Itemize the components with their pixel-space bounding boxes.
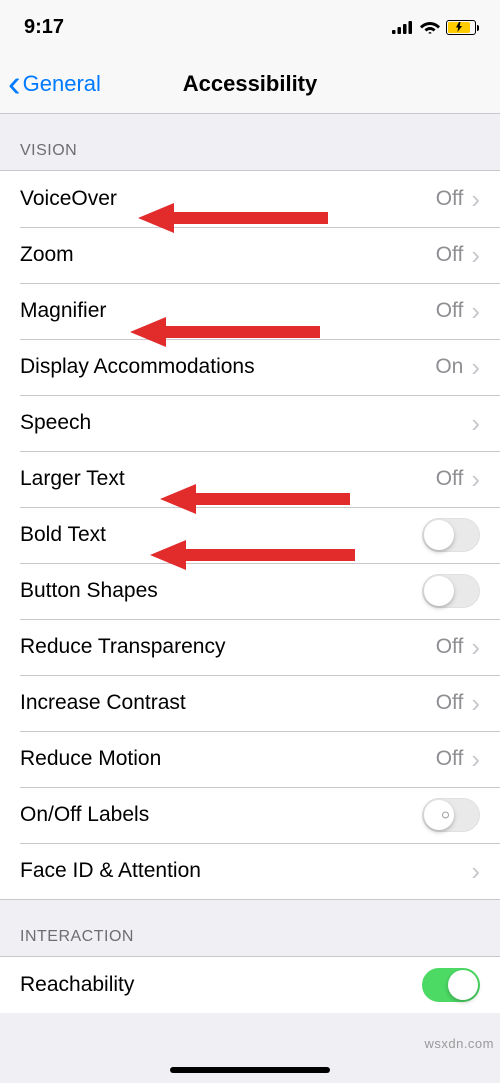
chevron-right-icon: › [471, 296, 480, 327]
row-faceid-attention[interactable]: Face ID & Attention › [0, 843, 500, 899]
row-speech[interactable]: Speech › [0, 395, 500, 451]
row-label: Larger Text [20, 467, 436, 491]
wifi-icon [420, 20, 440, 34]
toggle-onoff-labels[interactable] [422, 798, 480, 832]
back-label: General [23, 71, 101, 97]
status-bar: 9:17 [0, 0, 500, 54]
row-increase-contrast[interactable]: Increase Contrast Off › [0, 675, 500, 731]
signal-icon [392, 20, 414, 34]
chevron-left-icon: ‹ [8, 65, 21, 103]
section-header-interaction: INTERACTION [0, 900, 500, 956]
row-magnifier[interactable]: Magnifier Off › [0, 283, 500, 339]
row-button-shapes: Button Shapes [0, 563, 500, 619]
row-voiceover[interactable]: VoiceOver Off › [0, 171, 500, 227]
chevron-right-icon: › [471, 240, 480, 271]
row-label: Button Shapes [20, 579, 422, 603]
row-label: VoiceOver [20, 187, 436, 211]
status-icons [392, 20, 476, 35]
chevron-right-icon: › [471, 464, 480, 495]
row-label: Magnifier [20, 299, 436, 323]
row-bold-text: Bold Text [0, 507, 500, 563]
chevron-right-icon: › [471, 184, 480, 215]
back-button[interactable]: ‹ General [0, 65, 101, 103]
row-value: Off [436, 187, 464, 211]
row-value: On [435, 355, 463, 379]
row-reduce-motion[interactable]: Reduce Motion Off › [0, 731, 500, 787]
status-time: 9:17 [24, 16, 64, 39]
row-label: Zoom [20, 243, 436, 267]
row-label: Display Accommodations [20, 355, 435, 379]
chevron-right-icon: › [471, 856, 480, 887]
row-zoom[interactable]: Zoom Off › [0, 227, 500, 283]
section-header-vision: VISION [0, 114, 500, 170]
row-value: Off [436, 691, 464, 715]
watermark: wsxdn.com [424, 1036, 494, 1051]
row-larger-text[interactable]: Larger Text Off › [0, 451, 500, 507]
home-indicator [170, 1067, 330, 1073]
row-reachability: Reachability [0, 957, 500, 1013]
row-label: Reduce Motion [20, 747, 436, 771]
toggle-reachability[interactable] [422, 968, 480, 1002]
list-vision: VoiceOver Off › Zoom Off › Magnifier Off… [0, 170, 500, 900]
row-label: Speech [20, 411, 471, 435]
chevron-right-icon: › [471, 632, 480, 663]
row-label: Bold Text [20, 523, 422, 547]
row-label: On/Off Labels [20, 803, 422, 827]
chevron-right-icon: › [471, 352, 480, 383]
row-label: Face ID & Attention [20, 859, 471, 883]
row-value: Off [436, 467, 464, 491]
row-label: Reachability [20, 973, 422, 997]
toggle-bold-text[interactable] [422, 518, 480, 552]
row-value: Off [436, 299, 464, 323]
row-onoff-labels: On/Off Labels [0, 787, 500, 843]
chevron-right-icon: › [471, 688, 480, 719]
chevron-right-icon: › [471, 744, 480, 775]
row-value: Off [436, 747, 464, 771]
list-interaction: Reachability [0, 956, 500, 1013]
toggle-button-shapes[interactable] [422, 574, 480, 608]
chevron-right-icon: › [471, 408, 480, 439]
row-label: Increase Contrast [20, 691, 436, 715]
row-label: Reduce Transparency [20, 635, 436, 659]
row-value: Off [436, 243, 464, 267]
row-reduce-transparency[interactable]: Reduce Transparency Off › [0, 619, 500, 675]
row-value: Off [436, 635, 464, 659]
row-display-accommodations[interactable]: Display Accommodations On › [0, 339, 500, 395]
nav-bar: ‹ General Accessibility [0, 54, 500, 114]
battery-icon [446, 20, 476, 35]
